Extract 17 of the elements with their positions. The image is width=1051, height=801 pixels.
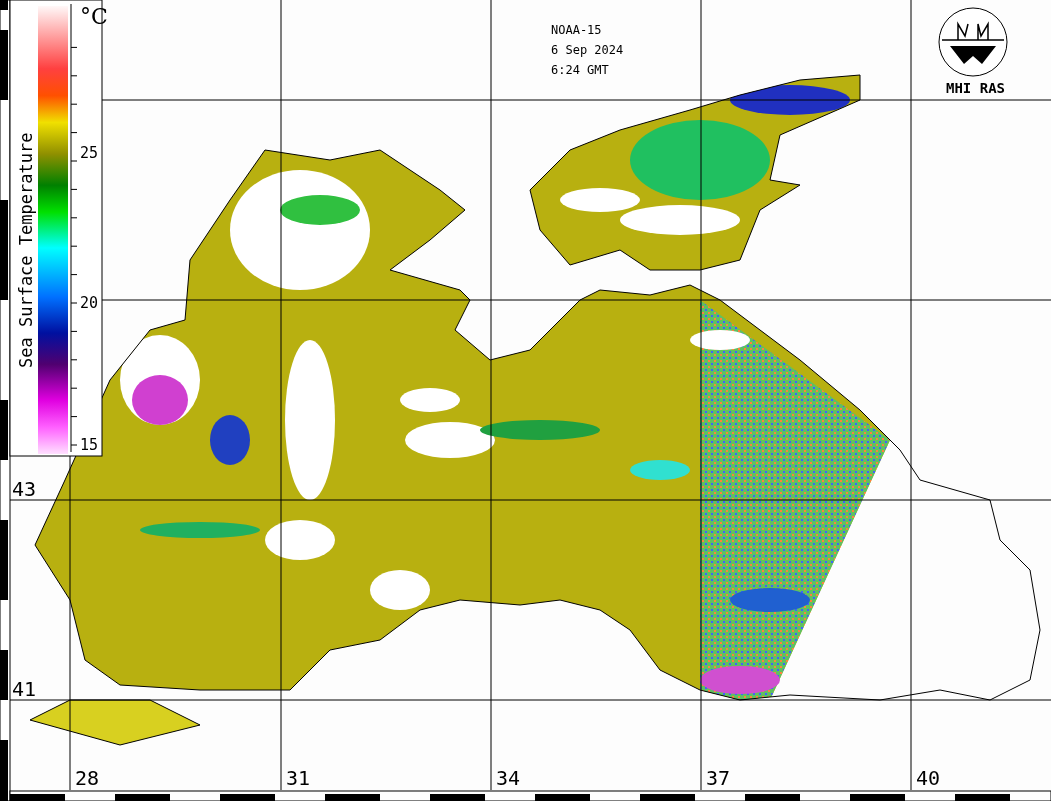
longitude-label: 34 [496, 766, 521, 790]
scale-tick-label: 15 [80, 436, 99, 454]
scale-tick-label: 25 [80, 144, 99, 162]
institute-logo-icon [938, 7, 1008, 77]
latitude-label: 41 [12, 677, 37, 701]
unit-label: °C [80, 4, 108, 29]
longitude-label: 28 [75, 766, 100, 790]
satellite-name: NOAA-15 [551, 23, 602, 37]
logo-label: MHI RAS [946, 80, 1005, 96]
latitude-label: 43 [12, 477, 37, 501]
longitude-label: 40 [916, 766, 941, 790]
date-text: 6 Sep 2024 [551, 43, 624, 57]
longitude-label: 37 [706, 766, 731, 790]
time-text: 6:24 GMT [551, 63, 609, 77]
legend-title: Sea Surface Temperature [16, 132, 36, 368]
longitude-label: 31 [286, 766, 311, 790]
scale-tick-label: 20 [80, 294, 99, 312]
